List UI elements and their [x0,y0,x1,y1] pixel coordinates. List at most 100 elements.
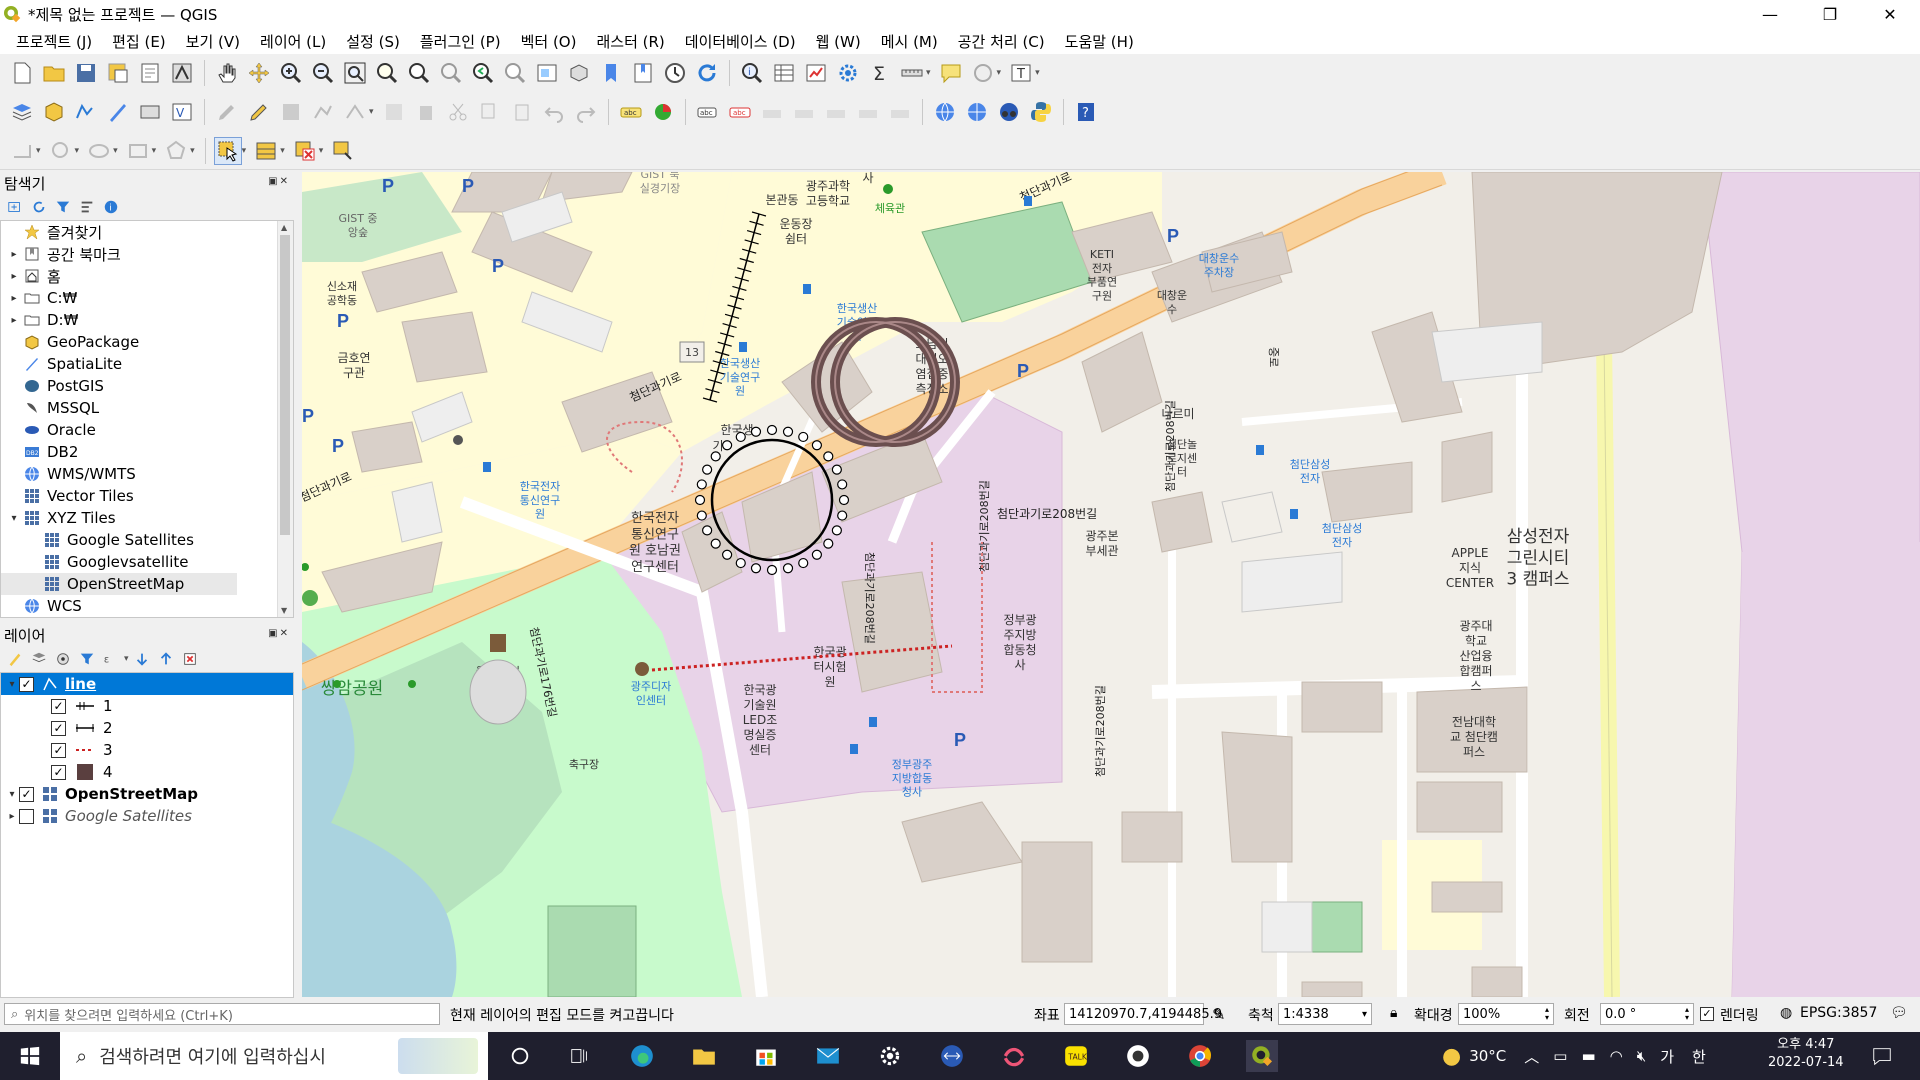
menu-plugins[interactable]: 플러그인 (P) [410,31,511,52]
browser-item[interactable]: MSSQL [1,397,293,419]
delete-selected-icon[interactable] [412,98,440,126]
show-hide-labels-icon[interactable] [854,98,882,126]
menu-layer[interactable]: 레이어 (L) [250,31,336,52]
file-explorer-icon[interactable] [688,1040,720,1072]
layer-visibility-checkbox[interactable]: ✓ [51,698,66,714]
select-by-value-icon[interactable] [252,137,280,165]
panel-float-close-icon[interactable]: ▣✕ [268,628,290,639]
open-project-icon[interactable] [40,59,68,87]
measure-icon[interactable] [898,59,926,87]
expand-arrow-icon[interactable]: ▸ [7,315,21,326]
new-temporary-layer-icon[interactable] [136,98,164,126]
temporal-controller-icon[interactable] [661,59,689,87]
messages-icon[interactable]: 💬︎ [1890,1005,1908,1021]
menu-edit[interactable]: 편집 (E) [102,31,176,52]
filter-expression-icon[interactable]: ε [102,650,120,668]
layer-tree-item[interactable]: ▸ Google Satellites [1,805,293,827]
chrome-icon[interactable] [1184,1040,1216,1072]
lock-scale-icon[interactable]: 🔒︎ [1390,1005,1397,1021]
map-tips-icon[interactable] [937,59,965,87]
taskbar-search-input[interactable]: ⌕ 검색하려면 여기에 입력하십시 [60,1032,488,1080]
change-label-icon[interactable] [822,98,850,126]
polygon-digitize-icon[interactable] [162,137,190,165]
zoom-next-icon[interactable] [501,59,529,87]
paste-icon[interactable] [508,98,536,126]
modify-attributes-icon[interactable] [380,98,408,126]
browser-item[interactable]: WMS/WMTS [1,463,293,485]
zoom-layer-icon[interactable] [405,59,433,87]
expand-arrow-icon[interactable]: ▸ [7,249,21,260]
expand-arrow-icon[interactable]: ▸ [7,271,21,282]
pan-hand-icon[interactable] [213,59,241,87]
app-swirl-icon[interactable] [998,1040,1030,1072]
rectangle-digitize-icon[interactable] [124,137,152,165]
magnifier-spinbox[interactable]: 100% ▴ ▾ [1458,1003,1554,1025]
globe-view-icon[interactable] [995,98,1023,126]
browser-tree[interactable]: 즐겨찾기 ▸ 공간 북마크 ▸ 홈 ▸ C:₩ ▸ D:₩ GeoPackage SpatiaLit… [0,220,294,618]
zoom-out-icon[interactable] [309,59,337,87]
map-svg[interactable]: 13 P P P P P P P P P 첨단과기로 첨단과기로 첨단과기로 첨… [302,172,1920,997]
layer-tree-item[interactable]: ✓ 3 [1,739,293,761]
attribute-table-icon[interactable] [770,59,798,87]
add-group-icon[interactable] [30,650,48,668]
new-project-icon[interactable] [8,59,36,87]
panel-float-close-icon[interactable]: ▣✕ [268,176,290,187]
weather-temp[interactable]: 30°C [1469,1047,1506,1065]
crs-button[interactable]: EPSG:3857 [1800,1005,1877,1021]
browser-item[interactable]: ▸ D:₩ [1,309,293,331]
render-checkbox[interactable]: ✓ [1700,1007,1714,1021]
vertex-tool-icon[interactable] [341,98,369,126]
redo-icon[interactable] [572,98,600,126]
wifi-icon[interactable]: ◠ [1610,1047,1623,1065]
kakaotalk-icon[interactable]: TALK [1060,1040,1092,1072]
select-feature-icon[interactable] [213,136,242,165]
identify-icon[interactable]: i [738,59,766,87]
menu-view[interactable]: 보기 (V) [176,31,250,52]
layer-visibility-checkbox[interactable]: ✓ [19,786,34,802]
notification-icon[interactable] [1866,1040,1898,1072]
statistics-icon[interactable] [802,59,830,87]
undo-icon[interactable] [540,98,568,126]
rotation-spinbox[interactable]: 0.0 ° ▴ ▾ [1600,1003,1694,1025]
refresh-icon[interactable] [693,59,721,87]
expand-arrow-icon[interactable]: ▾ [5,679,19,690]
filter-legend-icon[interactable] [78,650,96,668]
data-source-manager-icon[interactable] [8,98,36,126]
layer-tree-item[interactable]: ▾ ✓ line [1,673,293,695]
zoom-full-icon[interactable] [341,59,369,87]
battery-icon[interactable]: ▬ [1581,1047,1595,1065]
expand-all-icon[interactable] [133,650,151,668]
browser-item[interactable]: GeoPackage [1,331,293,353]
cut-icon[interactable] [444,98,472,126]
browser-item[interactable]: OpenStreetMap [1,573,237,595]
weather-sun-icon[interactable]: ● [1442,1044,1461,1069]
style-panel-icon[interactable] [6,650,24,668]
layers-tree[interactable]: ▾ ✓ line ✓ 1 ✓ 2 ✓ 3 ✓ 4 ▾ ✓ OpenStreetMap ▸ Google Sat… [0,672,294,998]
teamviewer-icon[interactable] [936,1040,968,1072]
windows-start-icon[interactable] [14,1040,46,1072]
add-feature-icon[interactable] [309,98,337,126]
browser-scrollbar[interactable]: ▲ ▼ [277,221,293,617]
show-bookmarks-icon[interactable] [629,59,657,87]
language-indicator[interactable]: 한 [1692,1046,1706,1067]
cortana-icon[interactable] [504,1040,536,1072]
processing-toolbox-icon[interactable] [834,59,862,87]
menu-web[interactable]: 웹 (W) [806,31,871,52]
python-console-icon[interactable] [1027,98,1055,126]
crs-globe-icon[interactable]: ◍ [1780,1005,1792,1021]
manage-themes-icon[interactable] [54,650,72,668]
browser-item[interactable]: Googlevsatellite [1,551,293,573]
store-icon[interactable] [750,1040,782,1072]
browser-item[interactable]: SpatiaLite [1,353,293,375]
new-spatialite-icon[interactable] [104,98,132,126]
new-shapefile-icon[interactable] [72,98,100,126]
highlight-labels-icon[interactable]: abc [726,98,754,126]
properties-info-icon[interactable]: i [102,198,120,216]
filter-browser-icon[interactable] [54,198,72,216]
add-selected-icon[interactable] [6,198,24,216]
menu-settings[interactable]: 설정 (S) [336,31,410,52]
browser-item[interactable]: PostGIS [1,375,293,397]
layer-visibility-checkbox[interactable]: ✓ [51,764,66,780]
new-3d-view-icon[interactable] [565,59,593,87]
shape-digitize-icon[interactable] [8,137,36,165]
